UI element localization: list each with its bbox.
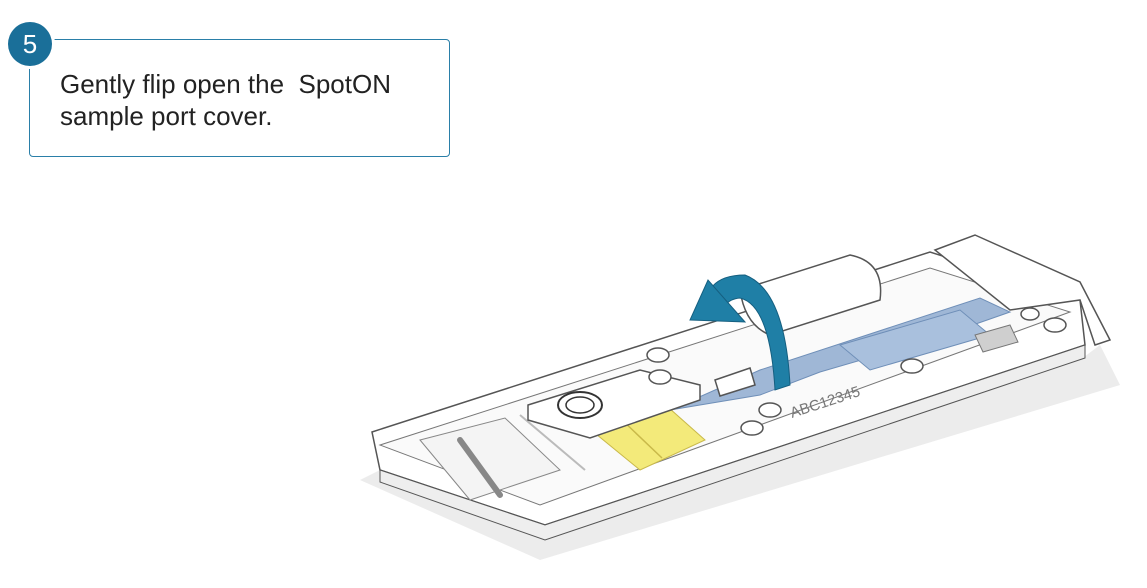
- flow-cell-illustration: ABC12345: [360, 234, 1120, 560]
- spoton-port-icon: [557, 391, 603, 419]
